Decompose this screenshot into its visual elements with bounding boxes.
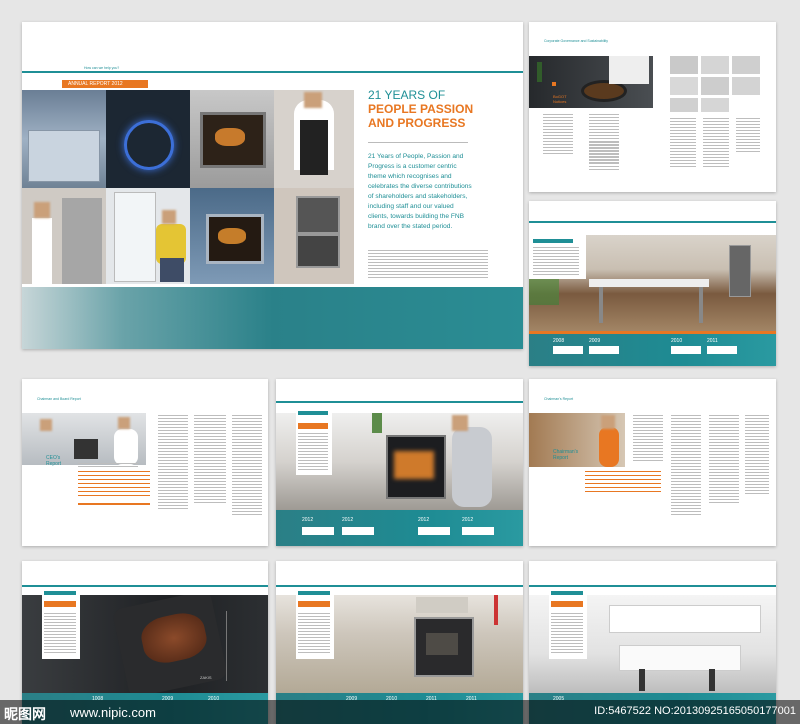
stove-top-rule bbox=[276, 585, 523, 587]
watermark-bar: 昵图网 www.nipic.com ID:5467522 NO:20130925… bbox=[0, 700, 800, 724]
governance-copy-4 bbox=[670, 118, 696, 168]
kitchen-tl-box-3 bbox=[671, 346, 701, 354]
kitchen-timeline-accent bbox=[529, 331, 776, 334]
oven-sidebar-box bbox=[296, 409, 332, 475]
watermark-id: ID:5467522 NO:20130925165050177001 bbox=[594, 705, 796, 717]
chairman-copy-2 bbox=[671, 415, 701, 515]
cover-intro: 21 Years of People, Passion and Progress… bbox=[368, 153, 472, 230]
cover-spread: How can we help you? ANNUAL REPORT 2012 bbox=[22, 22, 523, 349]
white-sidebar-box bbox=[549, 589, 587, 659]
chairman-spread: Chairman's Report Chairman's Report bbox=[529, 379, 776, 546]
chairman-copy-3 bbox=[709, 415, 739, 505]
watermark-logo: 昵图网 bbox=[4, 706, 46, 722]
oven-year-1: 2012 bbox=[302, 517, 314, 523]
ceo-copy-4 bbox=[78, 463, 138, 469]
oven-spread: 2012 2012 2012 2012 bbox=[276, 379, 523, 546]
white-top-rule bbox=[529, 585, 776, 587]
ceo-copy-1 bbox=[158, 415, 188, 511]
governance-copy-5 bbox=[703, 118, 729, 168]
oven-year-3: 2012 bbox=[418, 517, 430, 523]
oven-tl-box-1 bbox=[302, 527, 334, 535]
governance-label-marker bbox=[552, 82, 556, 86]
ceo-copy-2 bbox=[194, 415, 226, 505]
oven-tl-box-4 bbox=[462, 527, 494, 535]
kitchen-top-rule bbox=[529, 221, 776, 223]
governance-spread: Corporate Governance and Sustainability … bbox=[529, 22, 776, 192]
photo-oven-steel bbox=[190, 90, 274, 188]
kitchen-year-1: 2008 bbox=[553, 338, 565, 344]
steak-top-rule bbox=[22, 585, 268, 587]
photo-dishwasher bbox=[22, 90, 106, 188]
governance-label: BoGOT Notices bbox=[553, 94, 567, 104]
ceo-label: CEO's Report bbox=[46, 455, 62, 467]
cover-title-divider bbox=[368, 142, 468, 143]
watermark-site: www.nipic.com bbox=[70, 705, 156, 720]
photo-oven-blue bbox=[190, 188, 274, 284]
governance-photo-grid bbox=[670, 56, 760, 112]
photo-fridge-woman bbox=[22, 188, 106, 284]
photo-chef bbox=[274, 90, 354, 188]
kitchen-year-2: 2009 bbox=[589, 338, 601, 344]
ceo-pullquote bbox=[78, 471, 150, 499]
cover-title: 21 YEARS OF PEOPLE PASSION AND PROGRESS bbox=[368, 88, 474, 130]
stove-sidebar-box bbox=[296, 589, 334, 659]
cover-top-label: How can we help you? bbox=[84, 66, 120, 70]
oven-tl-box-3 bbox=[418, 527, 450, 535]
photo-built-in-ovens bbox=[274, 188, 354, 284]
chairman-copy-1 bbox=[633, 415, 663, 461]
governance-header: Corporate Governance and Sustainability bbox=[544, 39, 609, 43]
kitchen-year-4: 2011 bbox=[707, 338, 718, 344]
steak-sidebar-box bbox=[42, 589, 80, 659]
cover-top-rule bbox=[22, 71, 523, 73]
oven-tl-box-2 bbox=[342, 527, 374, 535]
chairman-header: Chairman's Report bbox=[544, 397, 574, 401]
ceo-header: Chairman and Board Report bbox=[37, 397, 81, 401]
chairman-copy-4 bbox=[745, 415, 769, 495]
ceo-pullquote-rule bbox=[78, 503, 150, 505]
photo-chef-cooking bbox=[529, 56, 653, 108]
governance-copy-1 bbox=[543, 114, 573, 154]
kitchen-spread: 2008 2009 2010 2011 bbox=[529, 201, 776, 366]
oven-year-2: 2012 bbox=[342, 517, 354, 523]
cover-teal-band bbox=[22, 287, 523, 349]
steak-caption: ZAKIS bbox=[200, 675, 212, 680]
chairman-label: Chairman's Report bbox=[553, 449, 579, 461]
kitchen-sidebar-box bbox=[529, 235, 586, 279]
governance-copy-6 bbox=[736, 118, 760, 152]
governance-copy-3 bbox=[589, 142, 619, 172]
kitchen-tl-box-4 bbox=[707, 346, 737, 354]
oven-top-rule bbox=[276, 401, 523, 403]
kitchen-tl-box-1 bbox=[553, 346, 583, 354]
oven-year-4: 2012 bbox=[462, 517, 474, 523]
photo-fridge-open bbox=[106, 188, 190, 284]
photo-gas-burner bbox=[106, 90, 190, 188]
ceo-spread: Chairman and Board Report CEO's Report bbox=[22, 379, 268, 546]
cover-body-copy bbox=[368, 250, 488, 278]
photo-family-kitchen bbox=[22, 413, 146, 465]
chairman-pullquote bbox=[585, 471, 661, 495]
annual-report-tag: ANNUAL REPORT 2012 bbox=[62, 80, 148, 88]
ceo-copy-3 bbox=[232, 415, 262, 515]
kitchen-year-3: 2010 bbox=[671, 338, 683, 344]
kitchen-tl-box-2 bbox=[589, 346, 619, 354]
